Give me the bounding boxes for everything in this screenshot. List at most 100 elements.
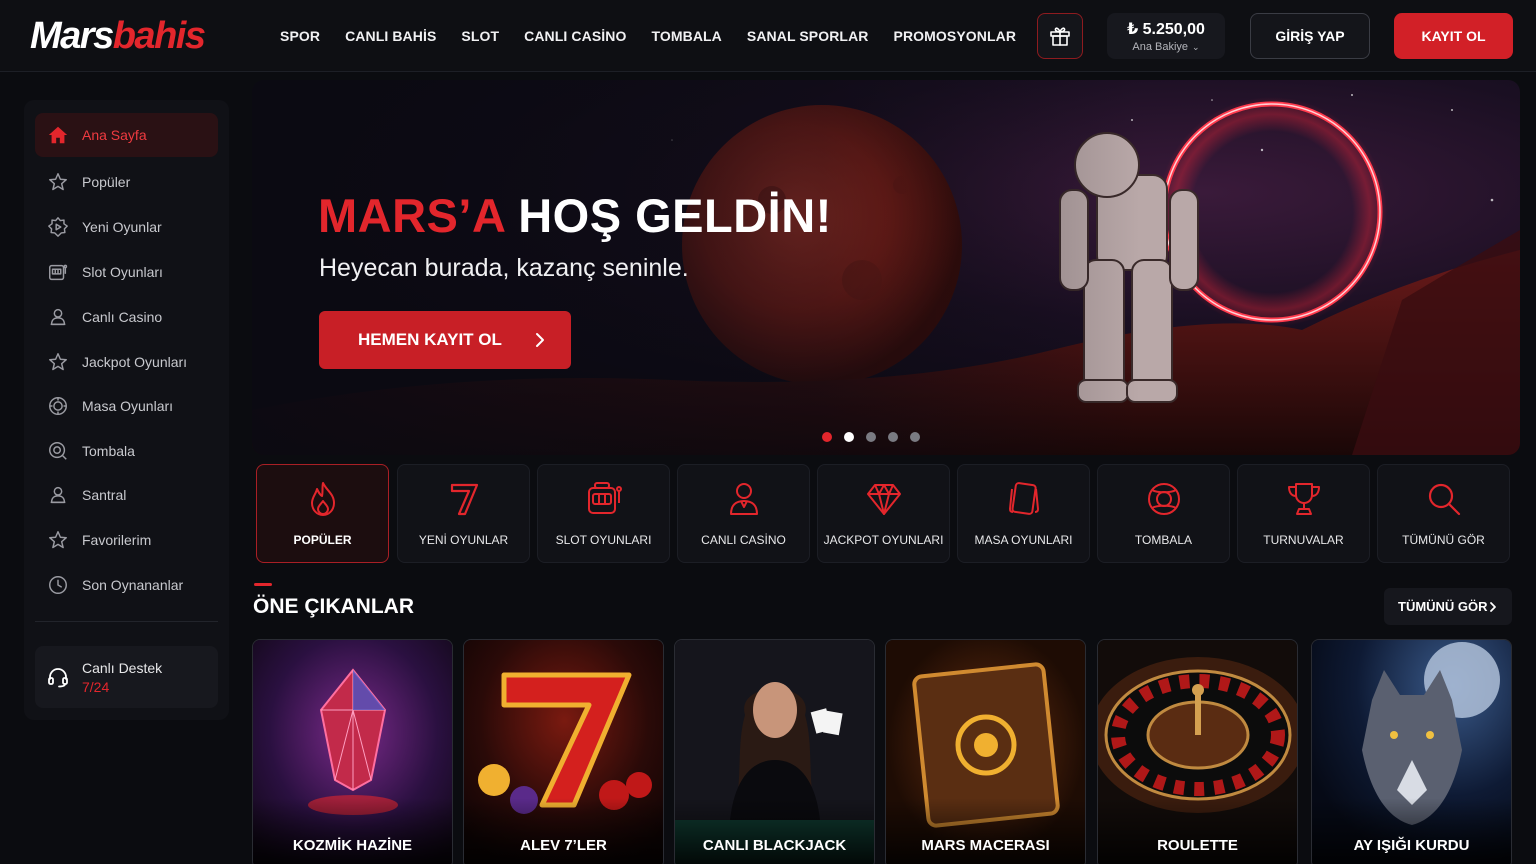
gift-icon	[1050, 27, 1070, 46]
nav-item-tombala[interactable]: TOMBALA	[651, 28, 721, 44]
carousel-dot-3[interactable]	[866, 432, 876, 442]
home-icon	[48, 126, 68, 144]
nav-item-slot[interactable]: SLOT	[461, 28, 499, 44]
game-title: AY IŞIĞI KURDU	[1353, 837, 1470, 854]
seven-icon	[450, 483, 478, 516]
category-label: POPÜLER	[293, 533, 352, 547]
featured-title: ÖNE ÇIKANLAR	[253, 595, 414, 618]
badge-icon	[48, 217, 68, 237]
site-logo[interactable]: Marsbahis	[30, 14, 206, 58]
nav-item-canli-bahis[interactable]: CANLI BAHİS	[345, 28, 436, 44]
sidebar-item-label: Canlı Casino	[82, 309, 163, 325]
slot-machine-icon	[587, 482, 622, 514]
sidebar-item-label: Slot Oyunları	[82, 264, 163, 280]
sidebar-item-label: Yeni Oyunlar	[82, 219, 162, 235]
sidebar-item-label: Favorilerim	[82, 532, 152, 548]
chevron-right-icon	[1490, 602, 1496, 612]
register-button[interactable]: KAYIT OL	[1394, 13, 1513, 59]
game-title: CANLI BLACKJACK	[702, 837, 847, 854]
nav-item-sanal-sporlar[interactable]: SANAL SPORLAR	[747, 28, 869, 44]
dealer-icon	[50, 486, 66, 504]
category-tombala[interactable]: TOMBALA	[1097, 464, 1230, 563]
sidebar-item-canli-casino[interactable]: Canlı Casino	[35, 295, 218, 339]
sidebar-item-son-oynananlar[interactable]: Son Oynananlar	[35, 563, 218, 607]
category-turnuvalar[interactable]: TURNUVALAR	[1237, 464, 1370, 563]
carousel-dot-5[interactable]	[910, 432, 920, 442]
support-text: Canlı Destek 7/24	[82, 660, 162, 695]
card-shade	[253, 798, 452, 864]
carousel-dot-4[interactable]	[888, 432, 898, 442]
balance-label: Ana Bakiye ⌄	[1132, 41, 1200, 53]
category-label: TÜMÜNÜ GÖR	[1402, 533, 1485, 547]
category-canli-casino[interactable]: CANLI CASİNO	[677, 464, 810, 563]
game-card-canli-blackjack[interactable]: CANLI BLACKJACK	[674, 639, 875, 864]
category-populer[interactable]: POPÜLER	[256, 464, 389, 563]
hero-register-button[interactable]: HEMEN KAYIT OL	[319, 311, 571, 369]
carousel-dots	[822, 432, 920, 442]
diamond-icon	[866, 484, 901, 515]
star-icon	[49, 173, 67, 191]
card-shade	[675, 798, 874, 864]
card-shade	[1098, 798, 1297, 864]
category-tumunu-gor[interactable]: TÜMÜNÜ GÖR	[1377, 464, 1510, 563]
category-label: TOMBALA	[1134, 533, 1193, 547]
category-jackpot-oyunlari[interactable]: JACKPOT OYUNLARI	[817, 464, 950, 563]
fire-icon	[310, 482, 335, 516]
category-label: TURNUVALAR	[1263, 533, 1344, 547]
top-header: Marsbahis SPOR CANLI BAHİS SLOT CANLI CA…	[0, 0, 1536, 72]
slot-machine-icon	[49, 264, 68, 281]
nav-item-canli-casino[interactable]: CANLI CASİNO	[524, 28, 626, 44]
section-accent	[254, 583, 272, 586]
carousel-dot-2[interactable]	[844, 432, 854, 442]
support-hours: 7/24	[82, 678, 110, 695]
game-card-ay-isigi-kurdu[interactable]: AY IŞIĞI KURDU	[1311, 639, 1512, 864]
chevron-down-icon: ⌄	[1192, 42, 1200, 52]
sidebar-item-label: Masa Oyunları	[82, 398, 174, 414]
see-all-button[interactable]: TÜMÜNÜ GÖR	[1384, 588, 1512, 625]
balance-dropdown[interactable]: ₺ 5.250,00 Ana Bakiye ⌄	[1107, 13, 1225, 59]
support-title: Canlı Destek	[82, 659, 163, 676]
search-icon	[1428, 483, 1460, 516]
sidebar-divider	[35, 621, 218, 622]
bingo-ball-icon	[49, 442, 67, 460]
sidebar-item-label: Ana Sayfa	[82, 127, 147, 143]
sidebar-item-populer[interactable]: Popüler	[35, 160, 218, 204]
hero-banner[interactable]: MARS’A HOŞ GELDİN! Heyecan burada, kazan…	[252, 80, 1520, 455]
nav-item-promosyonlar[interactable]: PROMOSYONLAR	[894, 28, 1017, 44]
card-shade	[886, 798, 1085, 864]
sidebar-item-slot-oyunlari[interactable]: Slot Oyunları	[35, 250, 218, 294]
category-masa-oyunlari[interactable]: MASA OYUNLARI	[957, 464, 1090, 563]
game-title: ROULETTE	[1157, 837, 1238, 854]
gift-button[interactable]	[1037, 13, 1083, 59]
clock-icon	[49, 576, 67, 594]
sidebar-item-ana-sayfa[interactable]: Ana Sayfa	[35, 113, 218, 157]
sidebar-item-jackpot-oyunlari[interactable]: Jackpot Oyunları	[35, 340, 218, 384]
star-icon	[49, 531, 67, 549]
category-yeni-oyunlar[interactable]: YENİ OYUNLAR	[397, 464, 530, 563]
game-card-mars-macerasi[interactable]: MARS MACERASI	[885, 639, 1086, 864]
trophy-icon	[1287, 483, 1320, 515]
main-nav: SPOR CANLI BAHİS SLOT CANLI CASİNO TOMBA…	[280, 0, 1041, 72]
category-label: CANLI CASİNO	[701, 533, 786, 547]
card-shade	[1312, 798, 1511, 864]
game-card-kozmik-hazine[interactable]: KOZMİK HAZİNE	[252, 639, 453, 864]
game-card-alev-7ler[interactable]: ALEV 7’LER	[463, 639, 664, 864]
sidebar-item-yeni-oyunlar[interactable]: Yeni Oyunlar	[35, 205, 218, 249]
chevron-right-icon	[536, 333, 544, 347]
sidebar: Ana Sayfa Popüler Yeni Oyunlar Slot Oyun…	[24, 100, 229, 720]
category-label: YENİ OYUNLAR	[418, 533, 509, 547]
sidebar-item-tombala[interactable]: Tombala	[35, 429, 218, 473]
nav-item-spor[interactable]: SPOR	[280, 28, 320, 44]
sidebar-item-santral[interactable]: Santral	[35, 473, 218, 517]
game-card-roulette[interactable]: ROULETTE	[1097, 639, 1298, 864]
live-support-button[interactable]: Canlı Destek 7/24	[35, 646, 218, 708]
sidebar-item-favorilerim[interactable]: Favorilerim	[35, 518, 218, 562]
sidebar-item-masa-oyunlari[interactable]: Masa Oyunları	[35, 384, 218, 428]
login-button[interactable]: GİRİŞ YAP	[1250, 13, 1370, 59]
carousel-dot-1[interactable]	[822, 432, 832, 442]
category-label: SLOT OYUNLARI	[555, 533, 652, 547]
balance-amount: ₺ 5.250,00	[1127, 21, 1205, 38]
dealer-icon	[729, 483, 758, 515]
category-slot-oyunlari[interactable]: SLOT OYUNLARI	[537, 464, 670, 563]
card-shade	[464, 798, 663, 864]
